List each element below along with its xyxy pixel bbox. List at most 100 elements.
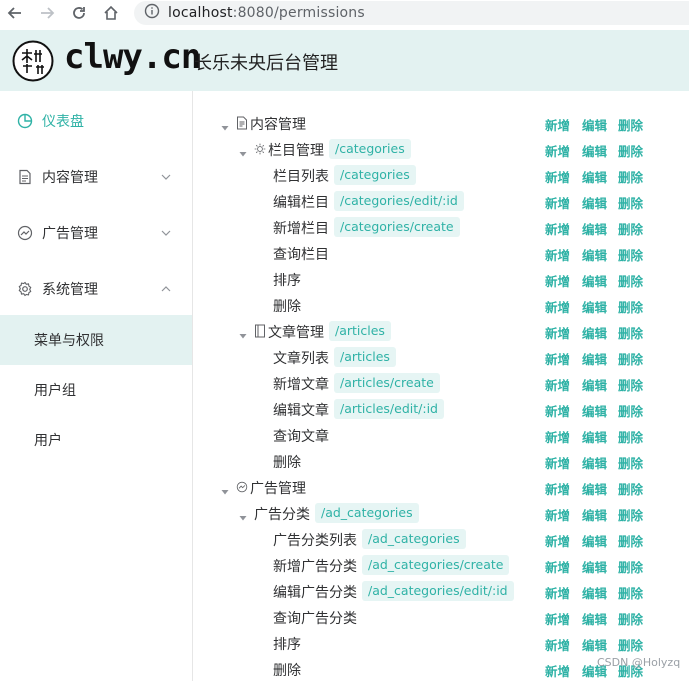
edit-button[interactable]: 编辑	[582, 141, 607, 160]
tree-node-row[interactable]: 新增栏目/categories/create 新增 编辑 删除	[193, 215, 689, 241]
tree-node-row[interactable]: 广告分类列表/ad_categories 新增 编辑 删除	[193, 527, 689, 553]
add-button[interactable]: 新增	[545, 219, 570, 238]
delete-button[interactable]: 删除	[618, 453, 643, 472]
tree-node-row[interactable]: 编辑文章/articles/edit/:id 新增 编辑 删除	[193, 397, 689, 423]
edit-button[interactable]: 编辑	[582, 453, 607, 472]
delete-button[interactable]: 删除	[618, 427, 643, 446]
delete-button[interactable]: 删除	[618, 531, 643, 550]
edit-button[interactable]: 编辑	[582, 167, 607, 186]
tree-node-row[interactable]: 栏目列表/categories 新增 编辑 删除	[193, 163, 689, 189]
edit-button[interactable]: 编辑	[582, 271, 607, 290]
add-button[interactable]: 新增	[545, 323, 570, 342]
forward-arrow-icon[interactable]	[37, 3, 57, 23]
add-button[interactable]: 新增	[545, 115, 570, 134]
edit-button[interactable]: 编辑	[582, 635, 607, 654]
edit-button[interactable]: 编辑	[582, 323, 607, 342]
edit-button[interactable]: 编辑	[582, 609, 607, 628]
delete-button[interactable]: 删除	[618, 479, 643, 498]
tree-node-row[interactable]: 文章列表/articles 新增 编辑 删除	[193, 345, 689, 371]
add-button[interactable]: 新增	[545, 583, 570, 602]
tree-node-row[interactable]: 编辑广告分类/ad_categories/edit/:id 新增 编辑 删除	[193, 579, 689, 605]
delete-button[interactable]: 删除	[618, 349, 643, 368]
caret-down-icon[interactable]	[239, 328, 247, 339]
add-button[interactable]: 新增	[545, 193, 570, 212]
caret-down-icon[interactable]	[221, 120, 229, 131]
tree-node-row[interactable]: 查询栏目 新增 编辑 删除	[193, 241, 689, 267]
add-button[interactable]: 新增	[545, 167, 570, 186]
add-button[interactable]: 新增	[545, 635, 570, 654]
reload-icon[interactable]	[69, 3, 89, 23]
address-bar[interactable]: localhost:8080/permissions	[134, 1, 689, 25]
tree-node-row[interactable]: 文章管理/articles 新增 编辑 删除	[193, 319, 689, 345]
delete-button[interactable]: 删除	[618, 271, 643, 290]
caret-down-icon[interactable]	[221, 484, 229, 495]
add-button[interactable]: 新增	[545, 245, 570, 264]
edit-button[interactable]: 编辑	[582, 479, 607, 498]
delete-button[interactable]: 删除	[618, 401, 643, 420]
tree-node-row[interactable]: 广告分类/ad_categories 新增 编辑 删除	[193, 501, 689, 527]
delete-button[interactable]: 删除	[618, 323, 643, 342]
add-button[interactable]: 新增	[545, 349, 570, 368]
add-button[interactable]: 新增	[545, 453, 570, 472]
tree-node-row[interactable]: 栏目管理/categories 新增 编辑 删除	[193, 137, 689, 163]
back-arrow-icon[interactable]	[5, 3, 25, 23]
edit-button[interactable]: 编辑	[582, 531, 607, 550]
tree-node-row[interactable]: 查询文章 新增 编辑 删除	[193, 423, 689, 449]
edit-button[interactable]: 编辑	[582, 193, 607, 212]
add-button[interactable]: 新增	[545, 661, 570, 680]
add-button[interactable]: 新增	[545, 609, 570, 628]
add-button[interactable]: 新增	[545, 427, 570, 446]
home-icon[interactable]	[101, 3, 121, 23]
edit-button[interactable]: 编辑	[582, 401, 607, 420]
tree-node-row[interactable]: 删除 新增 编辑 删除	[193, 293, 689, 319]
tree-node-row[interactable]: 查询广告分类 新增 编辑 删除	[193, 605, 689, 631]
tree-node-row[interactable]: 删除 新增 编辑 删除	[193, 449, 689, 475]
sidebar-subitem-permissions[interactable]: 菜单与权限	[0, 315, 192, 365]
edit-button[interactable]: 编辑	[582, 219, 607, 238]
delete-button[interactable]: 删除	[618, 635, 643, 654]
edit-button[interactable]: 编辑	[582, 349, 607, 368]
tree-node-row[interactable]: 广告管理 新增 编辑 删除	[193, 475, 689, 501]
tree-node-row[interactable]: 编辑栏目/categories/edit/:id 新增 编辑 删除	[193, 189, 689, 215]
tree-node-row[interactable]: 排序 新增 编辑 删除	[193, 631, 689, 657]
delete-button[interactable]: 删除	[618, 505, 643, 524]
edit-button[interactable]: 编辑	[582, 583, 607, 602]
sidebar-item-dashboard[interactable]: 仪表盘	[0, 93, 192, 149]
add-button[interactable]: 新增	[545, 557, 570, 576]
caret-down-icon[interactable]	[239, 146, 247, 157]
delete-button[interactable]: 删除	[618, 557, 643, 576]
add-button[interactable]: 新增	[545, 141, 570, 160]
sidebar-item-system[interactable]: 系统管理	[0, 261, 192, 317]
add-button[interactable]: 新增	[545, 505, 570, 524]
edit-button[interactable]: 编辑	[582, 427, 607, 446]
add-button[interactable]: 新增	[545, 375, 570, 394]
edit-button[interactable]: 编辑	[582, 505, 607, 524]
delete-button[interactable]: 删除	[618, 167, 643, 186]
delete-button[interactable]: 删除	[618, 219, 643, 238]
delete-button[interactable]: 删除	[618, 297, 643, 316]
add-button[interactable]: 新增	[545, 271, 570, 290]
add-button[interactable]: 新增	[545, 531, 570, 550]
sidebar-item-ads[interactable]: 广告管理	[0, 205, 192, 261]
delete-button[interactable]: 删除	[618, 375, 643, 394]
edit-button[interactable]: 编辑	[582, 245, 607, 264]
tree-node-row[interactable]: 新增广告分类/ad_categories/create 新增 编辑 删除	[193, 553, 689, 579]
caret-down-icon[interactable]	[239, 510, 247, 521]
tree-node-row[interactable]: 排序 新增 编辑 删除	[193, 267, 689, 293]
edit-button[interactable]: 编辑	[582, 557, 607, 576]
delete-button[interactable]: 删除	[618, 141, 643, 160]
delete-button[interactable]: 删除	[618, 609, 643, 628]
sidebar-item-content[interactable]: 内容管理	[0, 149, 192, 205]
tree-node-row[interactable]: 内容管理 新增 编辑 删除	[193, 111, 689, 137]
sidebar-subitem-user-groups[interactable]: 用户组	[0, 365, 192, 415]
add-button[interactable]: 新增	[545, 297, 570, 316]
sidebar-subitem-users[interactable]: 用户	[0, 415, 192, 465]
tree-node-row[interactable]: 新增文章/articles/create 新增 编辑 删除	[193, 371, 689, 397]
add-button[interactable]: 新增	[545, 401, 570, 420]
edit-button[interactable]: 编辑	[582, 375, 607, 394]
delete-button[interactable]: 删除	[618, 193, 643, 212]
edit-button[interactable]: 编辑	[582, 115, 607, 134]
delete-button[interactable]: 删除	[618, 115, 643, 134]
edit-button[interactable]: 编辑	[582, 297, 607, 316]
info-icon[interactable]	[144, 3, 160, 23]
